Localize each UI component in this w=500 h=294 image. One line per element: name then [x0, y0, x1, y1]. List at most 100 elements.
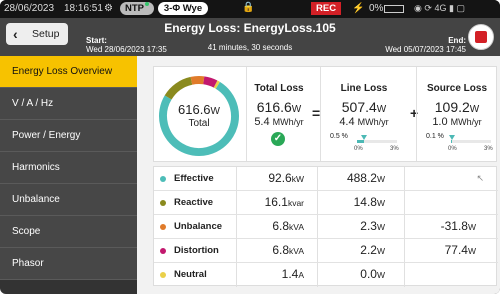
end-time: End: Wed 05/07/2023 17:45 [385, 36, 466, 54]
summary-panel: 616.6W Total Total Loss 616.6W 5.4 MWh/y… [153, 66, 497, 162]
row-value-1: 1.4A [282, 267, 304, 281]
unit: W [376, 222, 385, 232]
sync-icon: ⟳ [424, 3, 432, 13]
donut-unit: W [210, 106, 220, 117]
rec-badge: REC [311, 2, 342, 15]
source-loss-number: 109.2 [434, 99, 470, 115]
source-loss-gauge-marker [449, 135, 456, 140]
line-loss-gauge-marker [360, 135, 367, 140]
source-loss-gauge-min: 0% [448, 146, 457, 152]
row-value-1: 6.8kVA [272, 243, 304, 257]
status-date: 28/06/2023 [4, 3, 55, 14]
ntp-label: NTP [125, 3, 144, 14]
row-label: Unbalance [174, 221, 223, 232]
sidebar-item-power-energy[interactable]: Power / Energy [0, 120, 137, 152]
unit: W [376, 174, 385, 184]
page-title: Energy Loss: EnergyLoss.105 [164, 21, 336, 35]
line-loss-gauge-fill [357, 140, 364, 143]
distortion-color-dot [160, 248, 166, 254]
line-loss-gauge-min: 0% [354, 146, 363, 152]
total-loss-unit: W [291, 104, 302, 115]
header: ‹ Setup Energy Loss: EnergyLoss.105 Star… [0, 18, 500, 56]
divider [320, 67, 321, 161]
sidebar-item-unbalance[interactable]: Unbalance [0, 184, 137, 216]
value: 16.1 [264, 195, 288, 209]
line-loss-energy-unit: MWh/yr [357, 117, 389, 127]
line-loss-percent: 0.5 % [330, 133, 348, 140]
table-row[interactable]: Reactive 16.1kvar 14.8W [154, 191, 498, 215]
value: 0.0 [360, 267, 377, 281]
sidebar-item-scope[interactable]: Scope [0, 216, 137, 248]
neutral-color-dot [160, 272, 166, 278]
row-value-2: 0.0W [360, 267, 385, 281]
unit: kvar [287, 198, 304, 208]
value: 14.8 [353, 195, 377, 209]
line-loss-unit: W [376, 104, 387, 115]
stop-icon [475, 31, 487, 43]
sidebar-item-harmonics[interactable]: Harmonics [0, 152, 137, 184]
status-bar: 28/06/2023 18:16:51 ⚙ NTP 3-Φ Wye 🔒 REC … [0, 0, 500, 18]
value: 92.6 [268, 171, 292, 185]
sidebar-item-energy-loss-overview[interactable]: Energy Loss Overview [0, 56, 137, 88]
source-loss-value: 109.2W [417, 99, 497, 115]
unit: A [298, 270, 304, 280]
row-value-2: 2.2W [360, 243, 385, 257]
row-value-2: 2.3W [360, 219, 385, 233]
equals-sign: = [312, 105, 321, 121]
network-indicators: ◉ ⟳ 4G ▮ ▢ [414, 3, 465, 14]
divider [246, 67, 247, 161]
source-loss-percent: 0.1 % [426, 133, 444, 140]
donut-label: Total [188, 118, 210, 129]
ntp-badge: NTP [120, 2, 154, 15]
value: 488.2 [346, 171, 377, 185]
source-loss-gauge-max: 3% [484, 146, 493, 152]
donut-total-value: 616.6W [159, 102, 239, 117]
sidebar: Energy Loss Overview V / A / Hz Power / … [0, 56, 137, 294]
battery-icon [384, 5, 404, 13]
donut-slice-neutral [213, 80, 220, 89]
row-value-2: 488.2W [347, 171, 385, 185]
unit: W [467, 246, 476, 256]
value: 77.4 [444, 243, 468, 257]
source-loss-title: Source Loss [426, 83, 488, 94]
total-loss-title: Total Loss [254, 83, 304, 94]
source-loss-energy-value: 1.0 [432, 116, 448, 128]
donut-slice-reactive [164, 76, 193, 100]
source-loss-gauge [451, 140, 491, 143]
settings-icon[interactable]: ⚙ [104, 3, 113, 14]
sidebar-item-v-a-hz[interactable]: V / A / Hz [0, 88, 137, 120]
wiring-badge[interactable]: 3-Φ Wye [158, 2, 208, 15]
row-value-2: 14.8W [354, 195, 385, 209]
row-value-1: 16.1kvar [265, 195, 304, 209]
value: 6.8 [272, 219, 290, 233]
source-loss-energy: 1.0 MWh/yr [417, 116, 497, 128]
table-row[interactable]: Effective 92.6kW 488.2W [154, 167, 498, 191]
end-label: End: [448, 36, 466, 45]
row-value-3: 77.4W [445, 243, 476, 257]
battery-percent: 0% [369, 3, 384, 14]
unit: kVA [289, 246, 304, 256]
check-icon: ✓ [271, 132, 285, 146]
row-value-1: 92.6kW [268, 171, 304, 185]
reactive-color-dot [160, 200, 166, 206]
stop-recording-button[interactable] [468, 24, 494, 50]
line-loss-gauge-max: 3% [390, 146, 399, 152]
lock-icon[interactable]: 🔒 [242, 2, 254, 13]
source-loss-unit: W [469, 104, 480, 115]
row-label: Distortion [174, 245, 219, 256]
line-loss-value: 507.4W [324, 99, 404, 115]
value: 1.4 [281, 267, 299, 281]
total-loss-energy: 5.4 MWh/yr [249, 116, 309, 128]
loss-table: ↖ Effective 92.6kW 488.2W Reactive 16.1k… [153, 166, 498, 287]
row-value-3: -31.8W [441, 219, 476, 233]
unit: W [376, 270, 385, 280]
table-row[interactable]: Distortion 6.8kVA 2.2W 77.4W [154, 239, 498, 263]
unit: kVA [289, 222, 304, 232]
effective-color-dot [160, 176, 166, 182]
app-frame: 28/06/2023 18:16:51 ⚙ NTP 3-Φ Wye 🔒 REC … [0, 0, 500, 294]
table-row[interactable]: Neutral 1.4A 0.0W [154, 263, 498, 287]
table-row[interactable]: Unbalance 6.8kVA 2.3W -31.8W [154, 215, 498, 239]
end-value: Wed 05/07/2023 17:45 [385, 45, 466, 54]
sidebar-item-phasor[interactable]: Phasor [0, 248, 137, 280]
status-time: 18:16:51 [64, 3, 103, 14]
